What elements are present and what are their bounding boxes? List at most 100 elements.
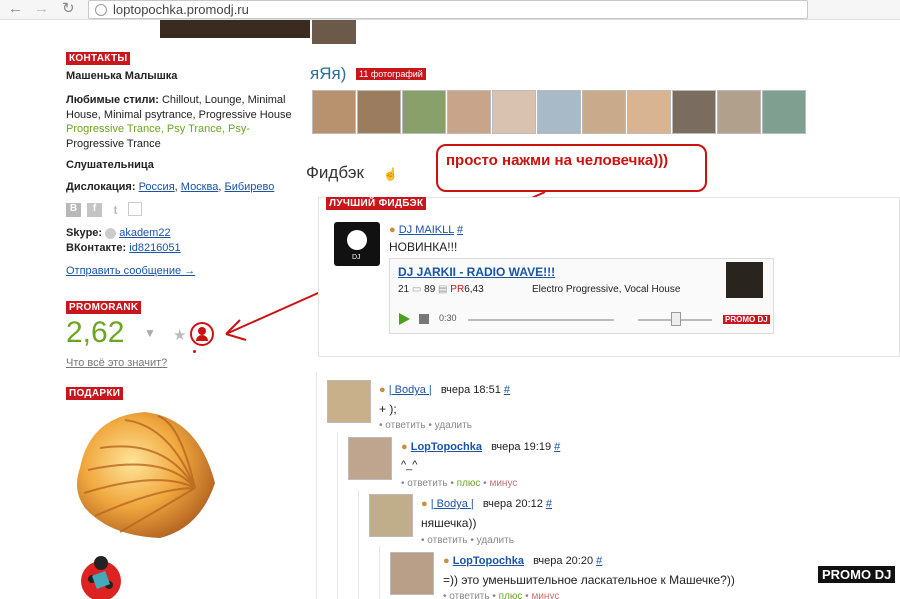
comment-author[interactable]: | Bodya |	[431, 498, 474, 510]
browser-toolbar: ← → ↻ loptopochka.promodj.ru	[0, 0, 900, 20]
plus-link[interactable]: плюс	[457, 478, 481, 489]
comment-author[interactable]: LopTopochka	[453, 555, 524, 567]
album-photo[interactable]	[492, 90, 536, 134]
minus-link[interactable]: минус	[531, 591, 559, 599]
styles-line-2: House, Minimal psytrance, Progressive Ho…	[66, 108, 292, 121]
album-photo[interactable]	[762, 90, 806, 134]
share-icon[interactable]	[128, 202, 142, 216]
thread-line	[358, 490, 359, 599]
location-city-link[interactable]: Москва	[181, 181, 219, 193]
address-bar[interactable]: loptopochka.promodj.ru	[88, 0, 808, 19]
comment-actions: • ответить • плюс • минус	[443, 591, 559, 599]
best-feedback-author[interactable]: DJ MAIKLL	[399, 224, 454, 236]
vk-link[interactable]: id8216051	[129, 242, 180, 254]
thread-line	[337, 432, 338, 599]
back-icon[interactable]: ←	[8, 1, 23, 17]
promodj-watermark: PROMO DJ	[818, 566, 896, 583]
comment-hash[interactable]: #	[596, 555, 602, 567]
reply-link[interactable]: ответить	[385, 420, 425, 431]
location-label: Дислокация:	[66, 181, 136, 193]
minus-link[interactable]: минус	[489, 478, 517, 489]
cover-image	[160, 20, 310, 38]
album-photo[interactable]	[672, 90, 716, 134]
reply-link[interactable]: ответить	[407, 478, 447, 489]
player-time: 0:30	[439, 313, 457, 323]
user-icon: ●	[389, 224, 396, 236]
track-pr-label: PR	[450, 284, 465, 295]
album-photo[interactable]	[582, 90, 626, 134]
vk-icon[interactable]: B	[66, 203, 81, 217]
delete-link[interactable]: удалить	[477, 535, 514, 546]
track-stats: 21 ▭ 89 ▤ PR6,43	[398, 284, 484, 295]
forward-icon[interactable]: →	[34, 1, 49, 17]
album-photo[interactable]	[627, 90, 671, 134]
comment-time: вчера 18:51	[440, 384, 501, 396]
vk-label: ВКонтакте:	[66, 242, 127, 254]
location-country-link[interactable]: Россия	[139, 181, 175, 193]
player-progress-track[interactable]	[468, 319, 614, 321]
comment-avatar[interactable]	[369, 494, 413, 537]
best-feedback-hash[interactable]: #	[457, 224, 463, 236]
comment-text: + );	[379, 402, 397, 416]
comment-time: вчера 20:12	[482, 498, 543, 510]
promorank-help-link[interactable]: Что всё это значит?	[66, 357, 167, 369]
location-district-link[interactable]: Бибирево	[224, 181, 274, 193]
address-bar-url: loptopochka.promodj.ru	[113, 2, 249, 17]
album-photo[interactable]	[537, 90, 581, 134]
contacts-label: КОНТАКТЫ	[66, 52, 131, 65]
comment-avatar[interactable]	[327, 380, 371, 423]
user-icon: ●	[379, 384, 386, 396]
annotation-callout: просто нажми на человечка)))	[436, 144, 707, 192]
comment-author[interactable]: | Bodya |	[389, 384, 432, 396]
twitter-icon[interactable]: t	[108, 203, 123, 217]
comment-author[interactable]: LopTopochka	[411, 441, 482, 453]
comment-meta: ● | Bodya | вчера 20:12 #	[421, 498, 552, 510]
comment-hash[interactable]: #	[504, 384, 510, 396]
photo-thumb[interactable]	[312, 20, 356, 44]
comment-text: няшечка))	[421, 516, 477, 530]
gifts-label: ПОДАРКИ	[66, 387, 124, 400]
reload-icon[interactable]: ↻	[62, 1, 75, 17]
comment-hash[interactable]: #	[546, 498, 552, 510]
volume-slider-handle[interactable]	[671, 312, 681, 326]
album-photo[interactable]	[717, 90, 761, 134]
thread-line	[316, 372, 317, 599]
delete-link[interactable]: удалить	[435, 420, 472, 431]
thread-line	[379, 546, 380, 599]
gift-ladybug-icon[interactable]	[76, 555, 126, 599]
album-photo[interactable]	[357, 90, 401, 134]
album-photo[interactable]	[312, 90, 356, 134]
skype-link[interactable]: akadem22	[119, 227, 170, 239]
track-plays: 21	[398, 284, 410, 295]
comment-hash[interactable]: #	[554, 441, 560, 453]
stop-icon[interactable]	[419, 314, 429, 324]
send-message-link[interactable]: Отправить сообщение →	[66, 265, 195, 277]
reply-link[interactable]: ответить	[449, 591, 489, 599]
annotation-dot	[193, 350, 196, 353]
play-icon[interactable]	[399, 313, 410, 325]
track-comments-count: 89	[424, 284, 436, 295]
user-role: Слушательница	[66, 159, 154, 171]
plus-link[interactable]: плюс	[499, 591, 523, 599]
comment-actions: • ответить • удалить	[421, 535, 514, 546]
promorank-label: PROMORANK	[66, 301, 142, 314]
styles-line-3: Progressive Trance, Psy Trance, Psy-	[66, 123, 251, 135]
facebook-icon[interactable]: f	[87, 203, 102, 217]
comment-avatar[interactable]	[390, 552, 434, 595]
comment-meta: ● | Bodya | вчера 18:51 #	[379, 384, 510, 396]
star-icon[interactable]: ★	[173, 326, 186, 344]
rank-arrow-icon: ▼	[144, 326, 156, 340]
comment-avatar[interactable]	[348, 437, 392, 480]
reply-link[interactable]: ответить	[427, 535, 467, 546]
comment-time: вчера 20:20	[533, 555, 594, 567]
gift-shell-icon[interactable]	[70, 408, 220, 543]
album-title[interactable]: яЯя)	[310, 64, 346, 84]
album-photo[interactable]	[402, 90, 446, 134]
dj-avatar[interactable]: DJ	[334, 222, 380, 266]
location: Дислокация: Россия, Москва, Бибирево	[66, 181, 275, 193]
track-title-link[interactable]: DJ JARKII - RADIO WAVE!!!	[398, 265, 555, 279]
promorank-value: 2,62	[66, 316, 125, 349]
comment-text: =)) это уменьшительное ласкательное к Ма…	[443, 573, 735, 587]
track-cover[interactable]	[726, 262, 763, 298]
album-photo[interactable]	[447, 90, 491, 134]
